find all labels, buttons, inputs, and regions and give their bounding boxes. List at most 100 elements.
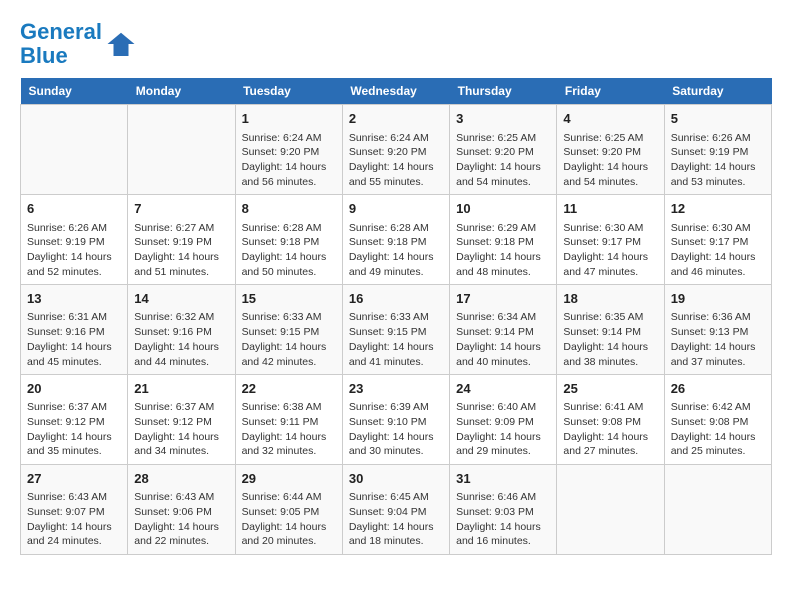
day-info: Sunrise: 6:24 AM Sunset: 9:20 PM Dayligh… bbox=[242, 131, 336, 190]
day-number: 7 bbox=[134, 200, 228, 218]
day-info: Sunrise: 6:24 AM Sunset: 9:20 PM Dayligh… bbox=[349, 131, 443, 190]
calendar-cell: 4 Sunrise: 6:25 AM Sunset: 9:20 PM Daylig… bbox=[557, 105, 664, 195]
calendar-cell: 23 Sunrise: 6:39 AM Sunset: 9:10 PM Dayli… bbox=[342, 375, 449, 465]
day-number: 6 bbox=[27, 200, 121, 218]
day-info: Sunrise: 6:26 AM Sunset: 9:19 PM Dayligh… bbox=[27, 221, 121, 280]
calendar-cell: 10 Sunrise: 6:29 AM Sunset: 9:18 PM Dayli… bbox=[450, 195, 557, 285]
calendar-cell: 17 Sunrise: 6:34 AM Sunset: 9:14 PM Dayli… bbox=[450, 285, 557, 375]
day-info: Sunrise: 6:40 AM Sunset: 9:09 PM Dayligh… bbox=[456, 400, 550, 459]
day-number: 10 bbox=[456, 200, 550, 218]
day-info: Sunrise: 6:31 AM Sunset: 9:16 PM Dayligh… bbox=[27, 310, 121, 369]
day-info: Sunrise: 6:33 AM Sunset: 9:15 PM Dayligh… bbox=[242, 310, 336, 369]
calendar-cell: 26 Sunrise: 6:42 AM Sunset: 9:08 PM Dayli… bbox=[664, 375, 771, 465]
day-number: 24 bbox=[456, 380, 550, 398]
day-info: Sunrise: 6:45 AM Sunset: 9:04 PM Dayligh… bbox=[349, 490, 443, 549]
calendar-cell: 15Sunrise: 6:33 AM Sunset: 9:15 PM Dayli… bbox=[235, 285, 342, 375]
calendar-cell: 22Sunrise: 6:38 AM Sunset: 9:11 PM Dayli… bbox=[235, 375, 342, 465]
day-info: Sunrise: 6:37 AM Sunset: 9:12 PM Dayligh… bbox=[134, 400, 228, 459]
weekday-header: Monday bbox=[128, 78, 235, 105]
weekday-header: Saturday bbox=[664, 78, 771, 105]
weekday-header: Friday bbox=[557, 78, 664, 105]
calendar-cell: 2 Sunrise: 6:24 AM Sunset: 9:20 PM Daylig… bbox=[342, 105, 449, 195]
day-number: 29 bbox=[242, 470, 336, 488]
day-number: 21 bbox=[134, 380, 228, 398]
day-info: Sunrise: 6:43 AM Sunset: 9:07 PM Dayligh… bbox=[27, 490, 121, 549]
calendar-week-row: 20 Sunrise: 6:37 AM Sunset: 9:12 PM Dayli… bbox=[21, 375, 772, 465]
day-number: 5 bbox=[671, 110, 765, 128]
calendar-cell bbox=[664, 465, 771, 555]
calendar-cell: 11Sunrise: 6:30 AM Sunset: 9:17 PM Dayli… bbox=[557, 195, 664, 285]
calendar-week-row: 6 Sunrise: 6:26 AM Sunset: 9:19 PM Daylig… bbox=[21, 195, 772, 285]
calendar-cell: 14 Sunrise: 6:32 AM Sunset: 9:16 PM Dayli… bbox=[128, 285, 235, 375]
day-info: Sunrise: 6:25 AM Sunset: 9:20 PM Dayligh… bbox=[563, 131, 657, 190]
calendar-cell: 1 Sunrise: 6:24 AM Sunset: 9:20 PM Daylig… bbox=[235, 105, 342, 195]
day-info: Sunrise: 6:28 AM Sunset: 9:18 PM Dayligh… bbox=[242, 221, 336, 280]
day-info: Sunrise: 6:34 AM Sunset: 9:14 PM Dayligh… bbox=[456, 310, 550, 369]
day-number: 18 bbox=[563, 290, 657, 308]
calendar-cell bbox=[557, 465, 664, 555]
calendar-cell: 6 Sunrise: 6:26 AM Sunset: 9:19 PM Daylig… bbox=[21, 195, 128, 285]
day-info: Sunrise: 6:41 AM Sunset: 9:08 PM Dayligh… bbox=[563, 400, 657, 459]
calendar-cell: 30 Sunrise: 6:45 AM Sunset: 9:04 PM Dayli… bbox=[342, 465, 449, 555]
day-number: 16 bbox=[349, 290, 443, 308]
day-number: 9 bbox=[349, 200, 443, 218]
calendar-cell: 27 Sunrise: 6:43 AM Sunset: 9:07 PM Dayli… bbox=[21, 465, 128, 555]
calendar-week-row: 27 Sunrise: 6:43 AM Sunset: 9:07 PM Dayli… bbox=[21, 465, 772, 555]
calendar-cell: 19 Sunrise: 6:36 AM Sunset: 9:13 PM Dayli… bbox=[664, 285, 771, 375]
calendar-body: 1 Sunrise: 6:24 AM Sunset: 9:20 PM Daylig… bbox=[21, 105, 772, 555]
calendar-cell: 18 Sunrise: 6:35 AM Sunset: 9:14 PM Dayli… bbox=[557, 285, 664, 375]
page-header: General Blue bbox=[20, 20, 772, 68]
day-info: Sunrise: 6:30 AM Sunset: 9:17 PM Dayligh… bbox=[671, 221, 765, 280]
calendar-cell: 8Sunrise: 6:28 AM Sunset: 9:18 PM Daylig… bbox=[235, 195, 342, 285]
day-info: Sunrise: 6:42 AM Sunset: 9:08 PM Dayligh… bbox=[671, 400, 765, 459]
weekday-header: Tuesday bbox=[235, 78, 342, 105]
day-info: Sunrise: 6:27 AM Sunset: 9:19 PM Dayligh… bbox=[134, 221, 228, 280]
calendar-cell: 29 Sunrise: 6:44 AM Sunset: 9:05 PM Dayli… bbox=[235, 465, 342, 555]
day-number: 12 bbox=[671, 200, 765, 218]
day-info: Sunrise: 6:38 AM Sunset: 9:11 PM Dayligh… bbox=[242, 400, 336, 459]
day-number: 2 bbox=[349, 110, 443, 128]
calendar-cell: 20 Sunrise: 6:37 AM Sunset: 9:12 PM Dayli… bbox=[21, 375, 128, 465]
calendar-table: SundayMondayTuesdayWednesdayThursdayFrid… bbox=[20, 78, 772, 555]
calendar-cell: 28Sunrise: 6:43 AM Sunset: 9:06 PM Dayli… bbox=[128, 465, 235, 555]
day-info: Sunrise: 6:29 AM Sunset: 9:18 PM Dayligh… bbox=[456, 221, 550, 280]
day-number: 3 bbox=[456, 110, 550, 128]
day-number: 26 bbox=[671, 380, 765, 398]
calendar-cell: 7 Sunrise: 6:27 AM Sunset: 9:19 PM Daylig… bbox=[128, 195, 235, 285]
day-number: 1 bbox=[242, 110, 336, 128]
day-info: Sunrise: 6:28 AM Sunset: 9:18 PM Dayligh… bbox=[349, 221, 443, 280]
day-info: Sunrise: 6:39 AM Sunset: 9:10 PM Dayligh… bbox=[349, 400, 443, 459]
day-info: Sunrise: 6:32 AM Sunset: 9:16 PM Dayligh… bbox=[134, 310, 228, 369]
logo-icon bbox=[106, 29, 136, 59]
day-number: 11 bbox=[563, 200, 657, 218]
day-number: 31 bbox=[456, 470, 550, 488]
day-number: 20 bbox=[27, 380, 121, 398]
calendar-week-row: 1 Sunrise: 6:24 AM Sunset: 9:20 PM Daylig… bbox=[21, 105, 772, 195]
calendar-cell: 24 Sunrise: 6:40 AM Sunset: 9:09 PM Dayli… bbox=[450, 375, 557, 465]
calendar-week-row: 13 Sunrise: 6:31 AM Sunset: 9:16 PM Dayli… bbox=[21, 285, 772, 375]
calendar-cell: 3Sunrise: 6:25 AM Sunset: 9:20 PM Daylig… bbox=[450, 105, 557, 195]
calendar-cell: 9 Sunrise: 6:28 AM Sunset: 9:18 PM Daylig… bbox=[342, 195, 449, 285]
day-info: Sunrise: 6:35 AM Sunset: 9:14 PM Dayligh… bbox=[563, 310, 657, 369]
day-number: 25 bbox=[563, 380, 657, 398]
day-number: 4 bbox=[563, 110, 657, 128]
day-number: 27 bbox=[27, 470, 121, 488]
day-number: 23 bbox=[349, 380, 443, 398]
calendar-cell: 31Sunrise: 6:46 AM Sunset: 9:03 PM Dayli… bbox=[450, 465, 557, 555]
day-number: 30 bbox=[349, 470, 443, 488]
day-number: 13 bbox=[27, 290, 121, 308]
day-info: Sunrise: 6:36 AM Sunset: 9:13 PM Dayligh… bbox=[671, 310, 765, 369]
day-info: Sunrise: 6:43 AM Sunset: 9:06 PM Dayligh… bbox=[134, 490, 228, 549]
calendar-cell: 5 Sunrise: 6:26 AM Sunset: 9:19 PM Daylig… bbox=[664, 105, 771, 195]
day-number: 14 bbox=[134, 290, 228, 308]
weekday-header: Sunday bbox=[21, 78, 128, 105]
day-number: 17 bbox=[456, 290, 550, 308]
logo: General Blue bbox=[20, 20, 136, 68]
day-info: Sunrise: 6:44 AM Sunset: 9:05 PM Dayligh… bbox=[242, 490, 336, 549]
calendar-cell: 25 Sunrise: 6:41 AM Sunset: 9:08 PM Dayli… bbox=[557, 375, 664, 465]
calendar-cell bbox=[128, 105, 235, 195]
calendar-cell: 12 Sunrise: 6:30 AM Sunset: 9:17 PM Dayli… bbox=[664, 195, 771, 285]
day-info: Sunrise: 6:26 AM Sunset: 9:19 PM Dayligh… bbox=[671, 131, 765, 190]
day-number: 19 bbox=[671, 290, 765, 308]
day-info: Sunrise: 6:37 AM Sunset: 9:12 PM Dayligh… bbox=[27, 400, 121, 459]
